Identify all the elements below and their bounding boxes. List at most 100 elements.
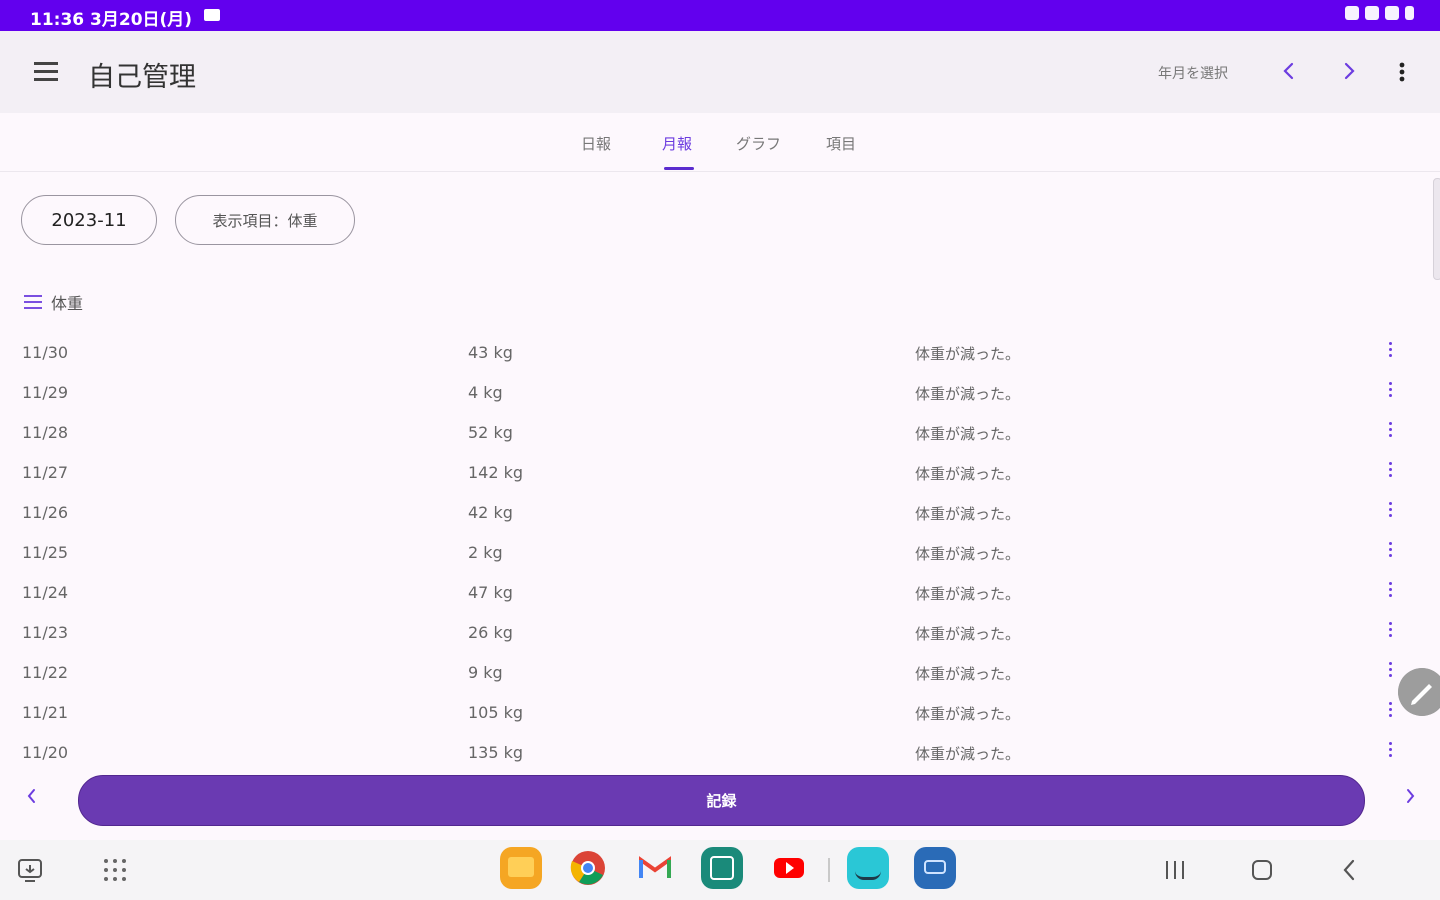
tab-monthly[interactable]: 月報 (662, 133, 692, 154)
table-row[interactable]: 11/27 142 kg 体重が減った。 (0, 453, 1440, 493)
row-more-icon[interactable] (1384, 462, 1396, 482)
row-date: 11/21 (22, 703, 69, 722)
battery-icon (1405, 6, 1414, 20)
tab-indicator (664, 167, 694, 170)
youtube-app-icon[interactable] (768, 847, 810, 889)
record-list: 11/30 43 kg 体重が減った。 11/29 4 kg 体重が減った。 1… (0, 333, 1440, 773)
row-value: 2 kg (468, 543, 503, 562)
row-more-icon[interactable] (1384, 582, 1396, 602)
row-note: 体重が減った。 (915, 625, 1021, 643)
calendar-app-icon[interactable] (701, 847, 743, 889)
system-status-icons (1345, 6, 1414, 20)
table-row[interactable]: 11/29 4 kg 体重が減った。 (0, 373, 1440, 413)
table-row[interactable]: 11/30 43 kg 体重が減った。 (0, 333, 1440, 373)
vibrate-icon (1345, 6, 1359, 20)
row-date: 11/22 (22, 663, 69, 682)
row-value: 42 kg (468, 503, 513, 522)
table-row[interactable]: 11/21 105 kg 体重が減った。 (0, 693, 1440, 733)
chevron-right-icon[interactable] (1338, 59, 1360, 83)
table-row[interactable]: 11/26 42 kg 体重が減った。 (0, 493, 1440, 533)
row-note: 体重が減った。 (915, 345, 1021, 363)
table-row[interactable]: 11/24 47 kg 体重が減った。 (0, 573, 1440, 613)
app-bar: 自己管理 年月を選択 (0, 31, 1440, 113)
chevron-right-icon[interactable] (1402, 787, 1418, 805)
home-icon[interactable] (1249, 857, 1275, 883)
table-row[interactable]: 11/22 9 kg 体重が減った。 (0, 653, 1440, 693)
status-bar: 11:36 3月20日(月) (0, 0, 1440, 31)
row-more-icon[interactable] (1384, 622, 1396, 642)
row-note: 体重が減った。 (915, 465, 1021, 483)
prime-video-app-icon[interactable] (914, 847, 956, 889)
tab-bar: 日報 月報 グラフ 項目 (0, 113, 1440, 172)
scroll-handle[interactable] (1433, 178, 1440, 280)
screenshot-icon[interactable] (16, 857, 44, 883)
row-more-icon[interactable] (1384, 702, 1396, 722)
row-note: 体重が減った。 (915, 585, 1021, 603)
chevron-left-icon[interactable] (24, 787, 40, 805)
row-value: 105 kg (468, 703, 524, 722)
row-more-icon[interactable] (1384, 342, 1396, 362)
row-value: 9 kg (468, 663, 503, 682)
chevron-left-icon[interactable] (1278, 59, 1300, 83)
row-value: 26 kg (468, 623, 513, 642)
more-vert-icon[interactable] (1392, 59, 1412, 87)
row-note: 体重が減った。 (915, 705, 1021, 723)
table-row[interactable]: 11/20 135 kg 体重が減った。 (0, 733, 1440, 773)
row-date: 11/25 (22, 543, 69, 562)
status-time: 11:36 3月20日(月) (30, 10, 193, 30)
table-row[interactable]: 11/25 2 kg 体重が減った。 (0, 533, 1440, 573)
row-date: 11/23 (22, 623, 69, 642)
row-note: 体重が減った。 (915, 745, 1021, 763)
row-date: 11/24 (22, 583, 69, 602)
gmail-app-icon[interactable] (634, 847, 676, 889)
chrome-app-icon[interactable] (567, 847, 609, 889)
recent-apps-icon[interactable] (1162, 858, 1188, 882)
mute-icon (1365, 6, 1379, 20)
row-more-icon[interactable] (1384, 382, 1396, 402)
row-value: 142 kg (468, 463, 524, 482)
month-chip[interactable]: 2023-11 (21, 195, 157, 245)
row-note: 体重が減った。 (915, 545, 1021, 563)
section-label: 体重 (51, 294, 84, 313)
row-date: 11/26 (22, 503, 69, 522)
tab-items[interactable]: 項目 (826, 133, 856, 154)
back-icon[interactable] (1338, 857, 1360, 883)
row-more-icon[interactable] (1384, 742, 1396, 762)
list-icon (24, 295, 42, 309)
row-date: 11/30 (22, 343, 69, 362)
row-value: 47 kg (468, 583, 513, 602)
row-value: 43 kg (468, 343, 513, 362)
wifi-icon (1385, 6, 1399, 20)
row-more-icon[interactable] (1384, 542, 1396, 562)
row-date: 11/20 (22, 743, 69, 762)
select-month-button[interactable]: 年月を選択 (1158, 63, 1228, 83)
row-value: 135 kg (468, 743, 524, 762)
table-row[interactable]: 11/23 26 kg 体重が減った。 (0, 613, 1440, 653)
row-value: 4 kg (468, 383, 503, 402)
row-date: 11/28 (22, 423, 69, 442)
row-date: 11/29 (22, 383, 69, 402)
row-more-icon[interactable] (1384, 422, 1396, 442)
dock-divider (828, 858, 830, 882)
row-note: 体重が減った。 (915, 385, 1021, 403)
row-value: 52 kg (468, 423, 513, 442)
row-more-icon[interactable] (1384, 502, 1396, 522)
menu-icon[interactable] (34, 62, 58, 81)
display-item-chip[interactable]: 表示項目：体重 (175, 195, 355, 245)
row-date: 11/27 (22, 463, 69, 482)
record-button[interactable]: 記録 (78, 775, 1365, 826)
tab-graph[interactable]: グラフ (736, 133, 781, 154)
amazon-app-icon[interactable] (847, 847, 889, 889)
app-title: 自己管理 (88, 62, 196, 93)
message-notification-icon (204, 9, 220, 21)
row-note: 体重が減った。 (915, 425, 1021, 443)
files-app-icon[interactable] (500, 847, 542, 889)
table-row[interactable]: 11/28 52 kg 体重が減った。 (0, 413, 1440, 453)
app-drawer-icon[interactable] (102, 857, 128, 883)
row-note: 体重が減った。 (915, 505, 1021, 523)
row-note: 体重が減った。 (915, 665, 1021, 683)
tab-daily[interactable]: 日報 (581, 133, 611, 154)
edit-icon[interactable] (1398, 668, 1440, 716)
section-header: 体重 (24, 290, 83, 314)
row-more-icon[interactable] (1384, 662, 1396, 682)
